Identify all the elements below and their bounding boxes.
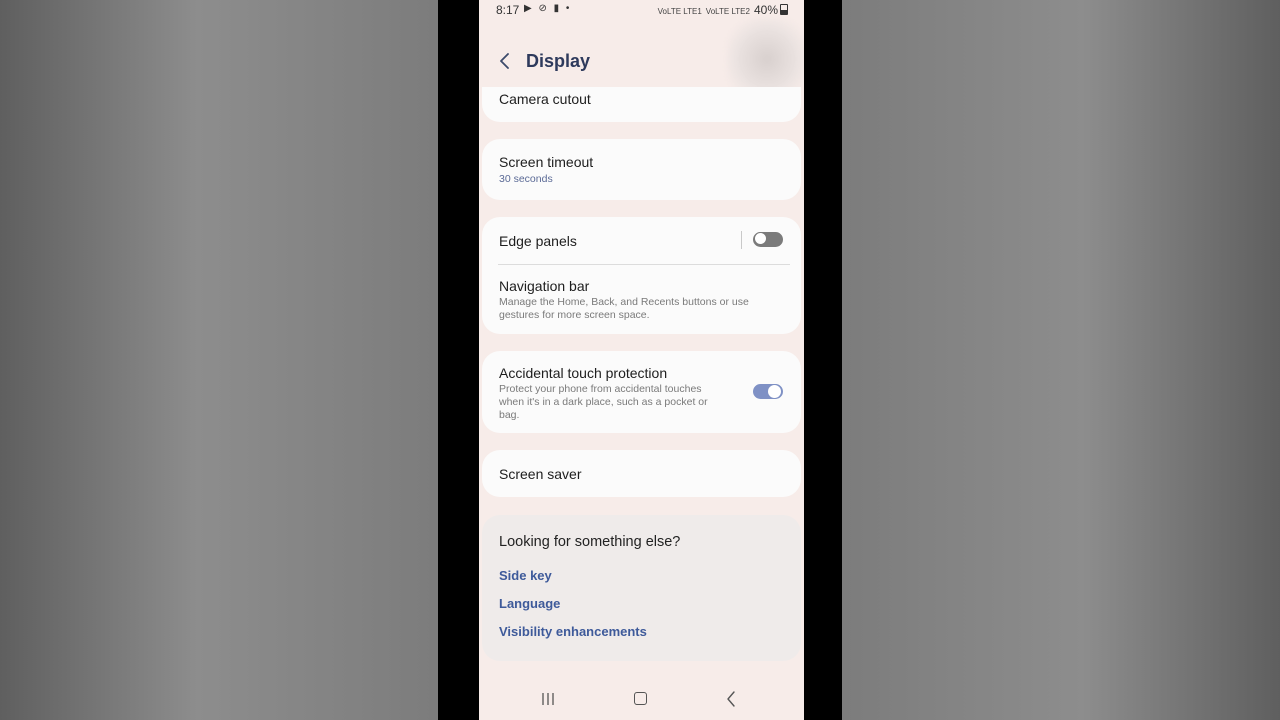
suggestions-title: Looking for something else? [499,534,681,550]
background-left [0,0,438,720]
status-time: 8:17 [496,3,520,17]
home-button[interactable] [625,688,655,710]
network-2-icon: VoLTE LTE2 [705,7,750,16]
battery-icon [780,4,788,15]
chevron-left-icon [500,53,509,69]
screen-timeout-label: Screen timeout [499,154,594,170]
recents-icon [542,693,554,705]
accidental-touch-label: Accidental touch protection [499,365,668,381]
recents-button[interactable] [533,688,563,710]
home-icon [633,692,647,705]
camera-cutout-card: Camera cutout [482,87,801,122]
toggle-knob [767,384,782,399]
screen-timeout-row[interactable]: Screen timeout 30 seconds [482,139,801,200]
side-key-link[interactable]: Side key [499,568,552,583]
screen-timeout-value: 30 seconds [499,173,553,185]
accidental-touch-row[interactable]: Accidental touch protection Protect your… [482,351,801,433]
screen-timeout-card: Screen timeout 30 seconds [482,139,801,200]
edge-panels-toggle[interactable] [753,232,783,247]
edge-panels-divider [741,231,742,249]
camera-cutout-label: Camera cutout [499,91,591,107]
navigation-bar-description: Manage the Home, Back, and Recents butto… [499,296,749,321]
notification-icons: ▶ ⊘ ▮ • [524,3,572,14]
screen-saver-row[interactable]: Screen saver [482,450,801,497]
battery-percent: 40% [753,3,778,17]
status-right: VoLTE LTE1 VoLTE LTE2 40% [658,3,788,17]
page-title: Display [526,51,591,71]
accidental-touch-card: Accidental touch protection Protect your… [482,351,801,433]
navigation-bar-row[interactable]: Navigation bar Manage the Home, Back, an… [482,265,801,334]
system-nav-bar [479,680,804,720]
network-1-icon: VoLTE LTE1 [657,7,702,16]
phone-screen: 8:17 ▶ ⊘ ▮ • VoLTE LTE1 VoLTE LTE2 40% Dis… [479,0,804,720]
edge-nav-card: Edge panels Navigation bar Manage the Ho… [482,217,801,334]
visibility-enhancements-link[interactable]: Visibility enhancements [499,624,647,639]
suggestions-card: Looking for something else? Side key Lan… [482,515,801,661]
back-icon [727,691,735,707]
edge-panels-row[interactable]: Edge panels [482,217,801,264]
nav-back-button[interactable] [716,688,746,710]
accidental-touch-description: Protect your phone from accidental touch… [499,383,708,421]
camera-cutout-row[interactable]: Camera cutout [482,87,801,122]
language-link[interactable]: Language [499,596,560,611]
edge-panels-label: Edge panels [499,233,577,249]
background-right [842,0,1280,720]
toggle-knob [754,232,767,245]
back-button[interactable] [493,48,517,74]
screen-saver-label: Screen saver [499,466,582,482]
screen-saver-card: Screen saver [482,450,801,497]
navigation-bar-label: Navigation bar [499,278,590,294]
accidental-touch-toggle[interactable] [753,384,783,399]
